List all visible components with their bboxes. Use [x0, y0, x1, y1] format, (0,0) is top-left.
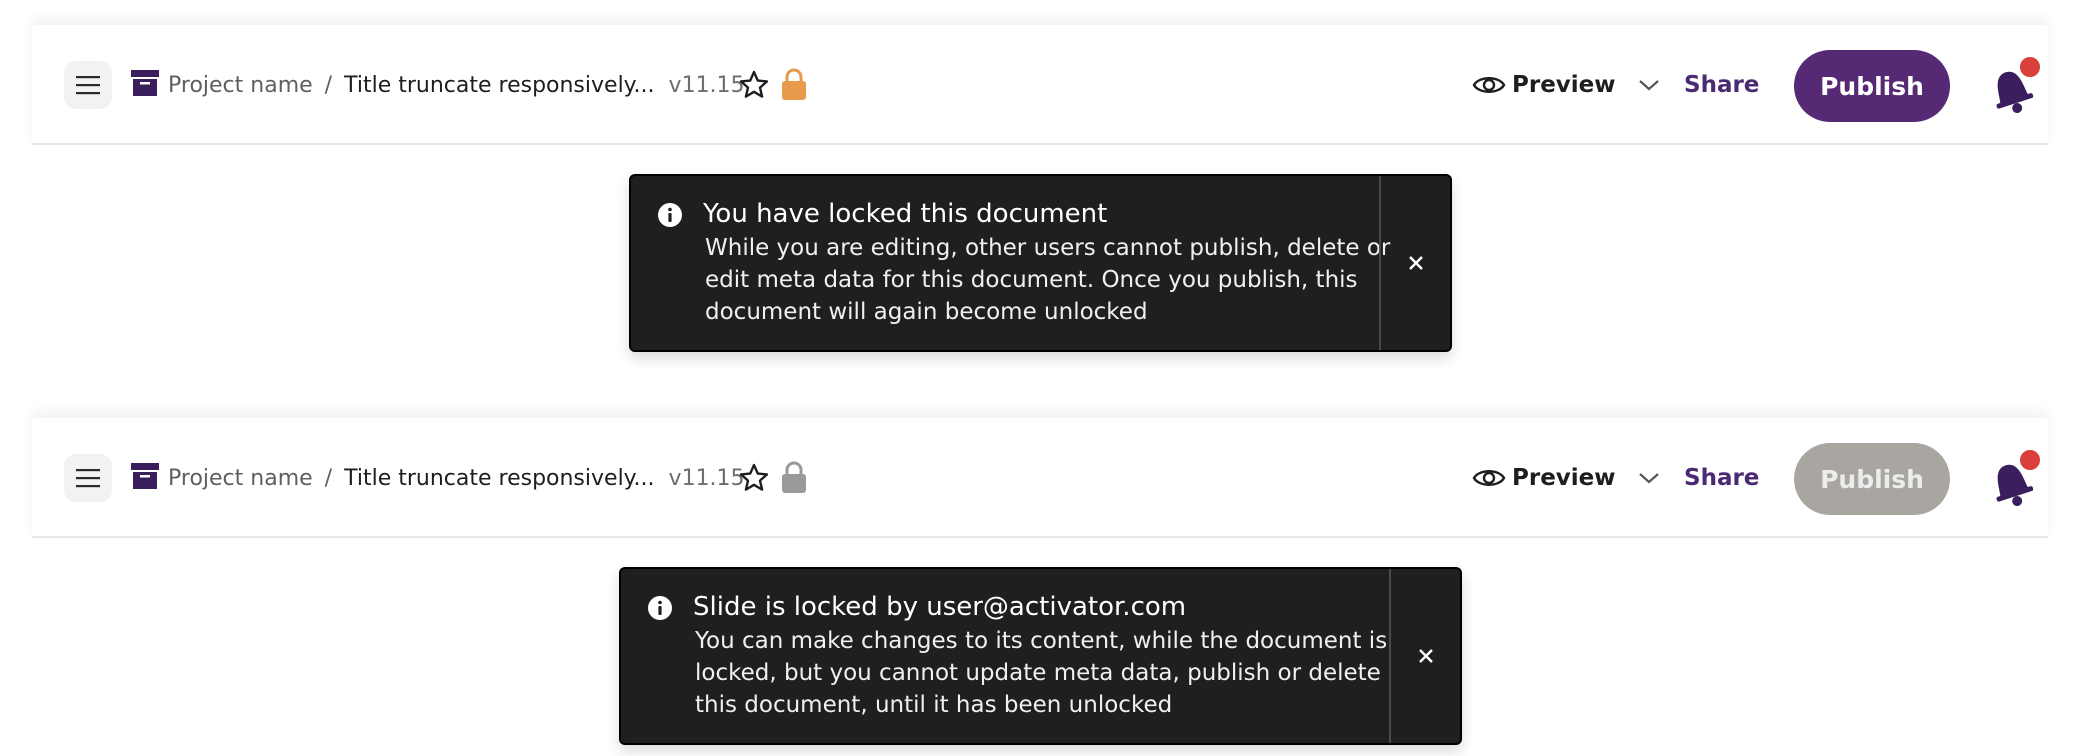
breadcrumb: Project name / Title truncate responsive… [168, 65, 745, 105]
close-icon [1419, 649, 1433, 663]
archive-box-icon [131, 70, 159, 96]
menu-button[interactable] [64, 454, 112, 502]
publish-button[interactable]: Publish [1794, 50, 1950, 122]
menu-button[interactable] [64, 61, 112, 109]
version-label: v11.15 [668, 72, 745, 98]
eye-icon [1472, 470, 1506, 486]
document-header: Project name / Title truncate responsive… [32, 418, 2048, 538]
info-icon [658, 203, 682, 227]
breadcrumb: Project name / Title truncate responsive… [168, 458, 745, 498]
chevron-down-icon [1638, 473, 1659, 484]
preview-label: Preview [1512, 72, 1616, 98]
close-toast-button[interactable] [1391, 569, 1461, 743]
lock-toast: Slide is locked by user@activator.com Yo… [619, 567, 1462, 745]
version-label: v11.15 [668, 465, 745, 491]
document-header: Project name / Title truncate responsive… [32, 25, 2048, 145]
lock-icon[interactable] [781, 67, 807, 101]
hamburger-menu-icon [76, 76, 100, 95]
lock-toast: You have locked this document While you … [629, 174, 1452, 352]
preview-dropdown[interactable]: Preview [1472, 65, 1660, 105]
preview-label: Preview [1512, 465, 1616, 491]
breadcrumb-project[interactable]: Project name [168, 73, 313, 98]
chevron-down-icon [1638, 80, 1659, 91]
toast-title: You have locked this document [703, 199, 1108, 229]
breadcrumb-separator: / [324, 72, 333, 98]
breadcrumb-project[interactable]: Project name [168, 466, 313, 491]
close-icon [1409, 256, 1423, 270]
notifications-button[interactable] [1984, 448, 2044, 510]
star-icon[interactable] [738, 69, 770, 101]
publish-button-disabled: Publish [1794, 443, 1950, 515]
breadcrumb-separator: / [324, 465, 333, 491]
document-title[interactable]: Title truncate responsively... [344, 466, 654, 491]
preview-dropdown[interactable]: Preview [1472, 458, 1660, 498]
toast-message: While you are editing, other users canno… [705, 235, 1391, 325]
document-title[interactable]: Title truncate responsively... [344, 73, 654, 98]
share-button[interactable]: Share [1684, 65, 1759, 105]
share-button[interactable]: Share [1684, 458, 1759, 498]
close-toast-button[interactable] [1381, 176, 1451, 350]
notification-dot [2018, 55, 2042, 79]
lock-icon [782, 461, 806, 493]
notifications-button[interactable] [1984, 55, 2044, 117]
archive-box-icon [131, 463, 159, 489]
star-icon[interactable] [738, 462, 770, 494]
notification-dot [2018, 448, 2042, 472]
hamburger-menu-icon [76, 469, 100, 488]
eye-icon [1472, 77, 1506, 93]
info-icon [648, 596, 672, 620]
toast-message: You can make changes to its content, whi… [695, 628, 1388, 718]
toast-title: Slide is locked by user@activator.com [693, 592, 1187, 622]
